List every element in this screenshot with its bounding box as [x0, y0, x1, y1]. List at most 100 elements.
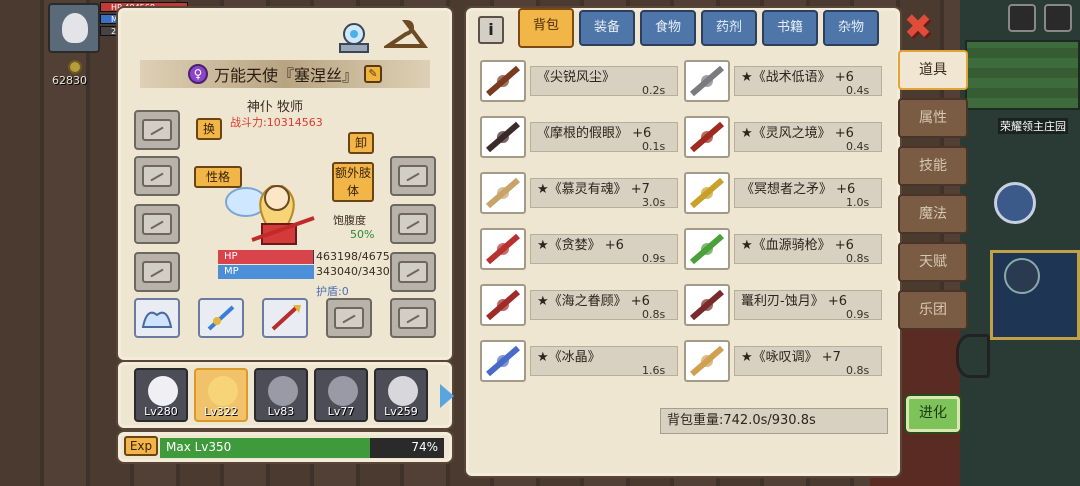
- satiety-label: 饱腹度: [333, 214, 366, 227]
- side-tab-1[interactable]: 属性: [898, 98, 968, 138]
- party-member[interactable]: Lv259: [374, 368, 428, 422]
- party-portrait: [208, 376, 238, 406]
- reset-icon[interactable]: [332, 14, 376, 58]
- item-icon[interactable]: [480, 116, 526, 158]
- tab-3[interactable]: 药剂: [701, 10, 757, 46]
- item-icon[interactable]: [480, 340, 526, 382]
- party-member[interactable]: Lv83: [254, 368, 308, 422]
- unequip-button[interactable]: 卸: [348, 132, 374, 154]
- party-level: Lv77: [327, 405, 355, 418]
- exp-percent: 74%: [411, 440, 438, 454]
- party-level: Lv322: [204, 405, 238, 418]
- mp-bar: MP: [218, 265, 314, 279]
- party-level: Lv280: [144, 405, 178, 418]
- hud-coin: 62830: [52, 60, 100, 90]
- bow-icon: [956, 334, 990, 378]
- side-tab-0[interactable]: 道具: [898, 50, 968, 90]
- equip-slot-empty[interactable]: [134, 252, 180, 292]
- coin-icon: [68, 60, 82, 74]
- item-icon[interactable]: [480, 228, 526, 270]
- side-tab-5[interactable]: 乐团: [898, 290, 968, 330]
- info-icon[interactable]: i: [478, 16, 504, 44]
- hp-value: 463198/4675: [316, 250, 390, 263]
- equip-slot-empty[interactable]: [390, 204, 436, 244]
- tab-0[interactable]: 背包: [518, 8, 574, 48]
- equip-slot-empty[interactable]: [134, 156, 180, 196]
- character-sprite: [222, 168, 318, 250]
- evolve-button[interactable]: 进化: [906, 396, 960, 432]
- coin-value: 62830: [52, 74, 87, 87]
- item-weight: 3.0s: [642, 196, 666, 209]
- equip-slot-wings[interactable]: [134, 298, 180, 338]
- close-icon[interactable]: ✖: [902, 10, 934, 44]
- shield-value: 护盾:0: [316, 285, 349, 298]
- item-icon[interactable]: [684, 340, 730, 382]
- extra-limb-button[interactable]: 额外肢体: [332, 162, 374, 202]
- bag-weight: 背包重量:742.0s/930.8s: [660, 408, 888, 434]
- item-icon[interactable]: [480, 284, 526, 326]
- item-weight: 0.4s: [846, 140, 870, 153]
- item-icon[interactable]: [684, 116, 730, 158]
- item-weight: 0.1s: [642, 140, 666, 153]
- party-portrait: [268, 376, 298, 406]
- equip-slot-empty[interactable]: [134, 110, 180, 150]
- character-class: 神仆 牧师: [246, 100, 304, 115]
- garden-tiles: [965, 40, 1080, 110]
- exit-icon[interactable]: [1044, 4, 1072, 32]
- equip-slot-spear[interactable]: [262, 298, 308, 338]
- party-member[interactable]: Lv322: [194, 368, 248, 422]
- side-tab-3[interactable]: 魔法: [898, 194, 968, 234]
- map-marker-icon[interactable]: [1004, 258, 1040, 294]
- tab-5[interactable]: 杂物: [823, 10, 879, 46]
- hp-label: HP: [224, 251, 238, 262]
- compass-icon[interactable]: [994, 182, 1036, 224]
- swap-button[interactable]: 换: [196, 118, 222, 140]
- item-weight: 0.8s: [846, 252, 870, 265]
- party-member[interactable]: Lv280: [134, 368, 188, 422]
- item-weight: 0.8s: [642, 308, 666, 321]
- item-icon[interactable]: [480, 60, 526, 102]
- computer-icon[interactable]: [1008, 4, 1036, 32]
- player-avatar[interactable]: [48, 3, 100, 53]
- side-tab-2[interactable]: 技能: [898, 146, 968, 186]
- item-weight: 0.9s: [642, 252, 666, 265]
- tab-1[interactable]: 装备: [579, 10, 635, 46]
- combat-power: 战斗力:10314563: [230, 116, 323, 129]
- item-icon[interactable]: [684, 172, 730, 214]
- party-level: Lv259: [384, 405, 418, 418]
- item-weight: 0.9s: [846, 308, 870, 321]
- exp-bar: Max Lv350 74%: [160, 438, 444, 458]
- equip-slot-empty[interactable]: [390, 252, 436, 292]
- side-tab-4[interactable]: 天赋: [898, 242, 968, 282]
- hanger-icon[interactable]: [384, 14, 428, 58]
- character-name-bar: ♀ 万能天使『塞涅丝』 ✎: [140, 60, 430, 88]
- edit-name-icon[interactable]: ✎: [364, 65, 382, 83]
- female-icon: ♀: [187, 64, 208, 84]
- item-icon[interactable]: [684, 228, 730, 270]
- equip-slot-empty[interactable]: [134, 204, 180, 244]
- party-portrait: [328, 376, 358, 406]
- party-portrait: [148, 376, 178, 406]
- tab-4[interactable]: 书籍: [762, 10, 818, 46]
- character-name: 万能天使『塞涅丝』: [213, 66, 358, 85]
- item-weight: 1.6s: [642, 364, 666, 377]
- item-icon[interactable]: [480, 172, 526, 214]
- item-icon[interactable]: [684, 284, 730, 326]
- exp-level-text: Max Lv350: [166, 440, 232, 454]
- hp-bar: HP: [218, 250, 314, 264]
- equip-slot-staff[interactable]: [198, 298, 244, 338]
- party-portrait: [388, 376, 418, 406]
- equip-slot-empty[interactable]: [390, 156, 436, 196]
- item-weight: 0.2s: [642, 84, 666, 97]
- equip-slot-empty[interactable]: [390, 298, 436, 338]
- tab-2[interactable]: 食物: [640, 10, 696, 46]
- item-weight: 1.0s: [846, 196, 870, 209]
- satiety-value: 50%: [350, 228, 375, 241]
- mp-label: MP: [224, 266, 239, 277]
- party-level: Lv83: [267, 405, 295, 418]
- item-icon[interactable]: [684, 60, 730, 102]
- equip-slot-empty[interactable]: [326, 298, 372, 338]
- next-arrow-icon[interactable]: [440, 384, 454, 408]
- exp-label: Exp: [124, 436, 158, 456]
- party-member[interactable]: Lv77: [314, 368, 368, 422]
